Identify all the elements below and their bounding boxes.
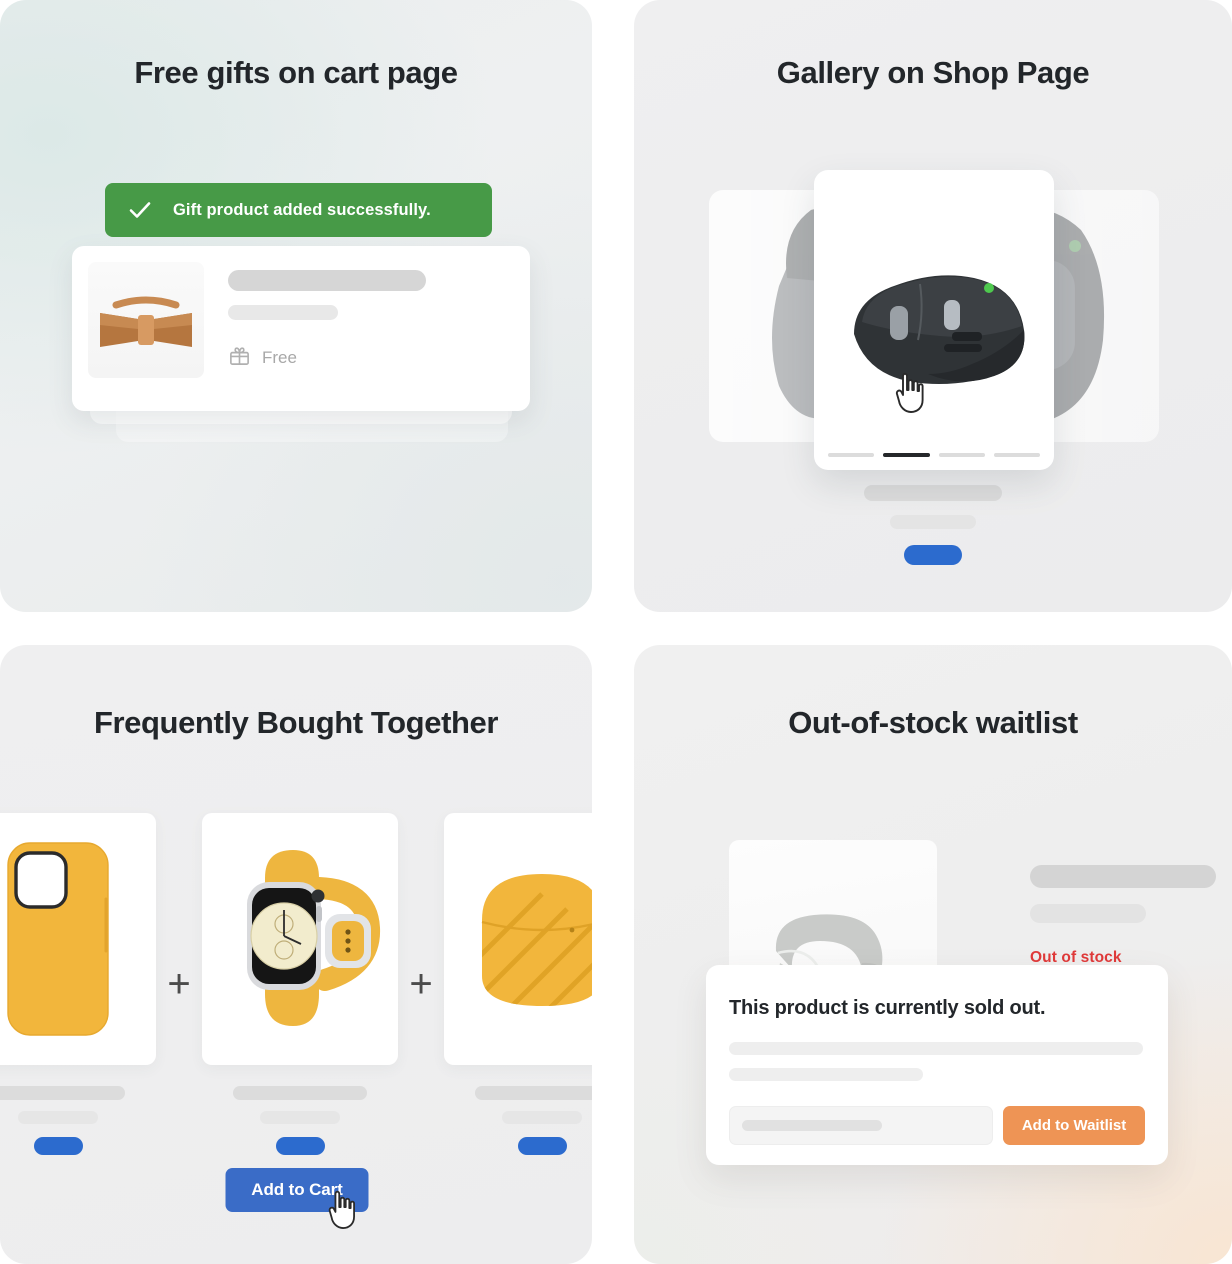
fbt-product-meta-1 xyxy=(0,1086,156,1155)
gallery-indicator-3[interactable] xyxy=(938,453,985,457)
plus-separator-2: + xyxy=(409,962,433,1006)
skeleton-product-price xyxy=(18,1111,98,1124)
gift-card-stack: Free xyxy=(72,246,530,442)
card-title-free-gifts: Free gifts on cart page xyxy=(134,55,458,90)
mouse-image-main xyxy=(854,275,1025,384)
pointer-hand-cursor xyxy=(328,1190,355,1229)
skeleton-product-variant xyxy=(228,305,338,320)
gallery-indicator-1[interactable] xyxy=(828,453,875,457)
success-toast: Gift product added successfully. xyxy=(105,183,492,237)
card-title-fbt: Frequently Bought Together xyxy=(93,705,499,740)
gallery-product-meta xyxy=(634,485,1232,565)
skeleton-product-title xyxy=(228,270,426,291)
pointer-hand-cursor xyxy=(895,372,924,413)
feature-card-grid: Free gifts on cart page Gift product add… xyxy=(0,0,1232,1264)
skeleton-product-title xyxy=(0,1086,125,1100)
card-free-gifts: Free gifts on cart page Gift product add… xyxy=(0,0,592,612)
plus-separator-1: + xyxy=(167,962,191,1006)
gallery-add-button[interactable] xyxy=(904,545,962,565)
fbt-product-meta-2 xyxy=(202,1086,398,1155)
skeleton-paragraph-line-2 xyxy=(729,1068,923,1081)
waitlist-email-input[interactable] xyxy=(729,1106,994,1145)
fbt-product-strip: + + xyxy=(0,813,592,1155)
card-title-waitlist: Out-of-stock waitlist xyxy=(788,705,1078,740)
skeleton-paragraph-line-1 xyxy=(729,1042,1143,1055)
gift-product-details: Free xyxy=(228,262,514,372)
card-title-gallery: Gallery on Shop Page xyxy=(776,55,1090,90)
check-icon xyxy=(127,197,153,223)
gallery-active-slide[interactable] xyxy=(814,170,1054,470)
fbt-product-2[interactable] xyxy=(202,813,398,1155)
gallery-slide-indicators[interactable] xyxy=(828,453,1040,457)
gift-product-thumbnail xyxy=(88,262,204,378)
gift-price-row: Free xyxy=(228,344,514,372)
waitlist-panel: This product is currently sold out. Add … xyxy=(706,965,1168,1165)
fbt-select-button-2[interactable] xyxy=(275,1137,325,1155)
skeleton-product-price xyxy=(260,1111,340,1124)
skeleton-product-price xyxy=(502,1111,582,1124)
fbt-select-button-3[interactable] xyxy=(517,1137,567,1155)
gallery-indicator-4[interactable] xyxy=(993,453,1040,457)
waitlist-heading: This product is currently sold out. xyxy=(729,997,1046,1019)
gift-icon xyxy=(228,344,251,372)
fbt-product-image-1 xyxy=(0,813,156,1065)
input-placeholder-skeleton xyxy=(742,1120,882,1131)
skeleton-product-title xyxy=(475,1086,592,1100)
fbt-product-image-3 xyxy=(444,813,592,1065)
fbt-product-image-2 xyxy=(202,813,398,1065)
fbt-select-button-1[interactable] xyxy=(33,1137,83,1155)
gift-price-label: Free xyxy=(262,348,297,367)
skeleton-product-price xyxy=(890,515,976,529)
toast-message: Gift product added successfully. xyxy=(173,200,431,219)
fbt-product-meta-3 xyxy=(444,1086,592,1155)
fbt-product-1[interactable] xyxy=(0,813,156,1155)
gift-line-item[interactable]: Free xyxy=(72,246,530,411)
skeleton-product-title xyxy=(1030,865,1216,888)
skeleton-product-price xyxy=(1030,904,1146,923)
card-out-of-stock-waitlist: Out-of-stock waitlist Out of stock This … xyxy=(634,645,1232,1264)
gallery-indicator-2[interactable] xyxy=(883,453,930,457)
waitlist-form: Add to Waitlist xyxy=(729,1106,1145,1145)
fbt-product-3[interactable] xyxy=(444,813,592,1155)
skeleton-product-title xyxy=(233,1086,367,1100)
wooden-bow-tie-image xyxy=(100,296,192,348)
skeleton-product-title xyxy=(864,485,1002,501)
card-gallery-shop-page: Gallery on Shop Page xyxy=(634,0,1232,612)
add-to-waitlist-button[interactable]: Add to Waitlist xyxy=(1003,1106,1145,1145)
